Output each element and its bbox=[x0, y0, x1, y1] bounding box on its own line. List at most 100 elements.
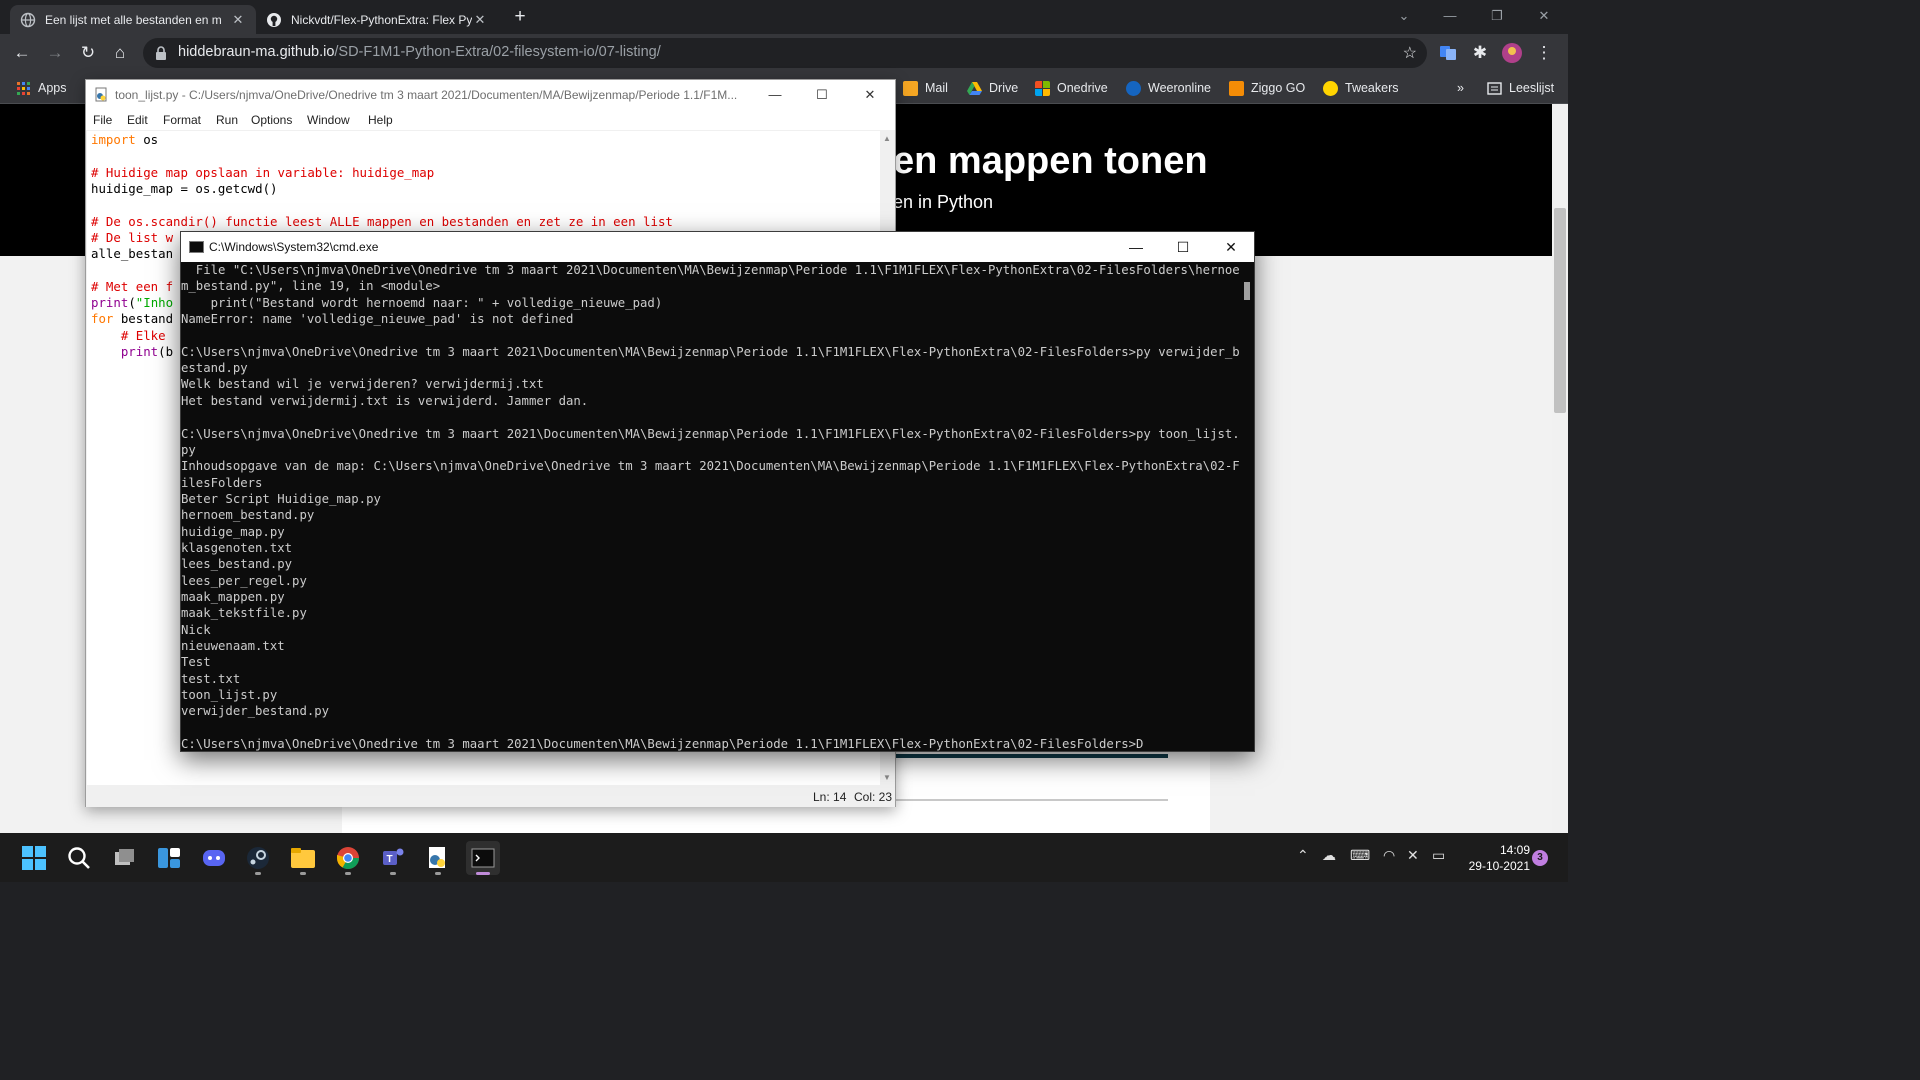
taskbar: T ⌃ ☁ ⌨ ◠ ✕ ▭ 14:09 29-10-2021 3 bbox=[0, 833, 1568, 882]
teams-icon[interactable]: T bbox=[376, 841, 410, 875]
restore-icon[interactable]: ❐ bbox=[1485, 4, 1509, 28]
menu-file[interactable]: File bbox=[93, 113, 112, 127]
console-line: test.txt bbox=[181, 671, 241, 686]
idle-title-bar[interactable]: toon_lijst.py - C:/Users/njmva/OneDrive/… bbox=[86, 80, 895, 110]
reload-icon[interactable]: ↻ bbox=[76, 41, 100, 65]
running-indicator bbox=[300, 872, 306, 875]
maximize-icon[interactable]: ☐ bbox=[1172, 237, 1194, 257]
menu-format[interactable]: Format bbox=[163, 113, 201, 127]
divider-bar bbox=[895, 754, 1168, 758]
svg-text:T: T bbox=[387, 854, 393, 865]
discord-icon[interactable] bbox=[197, 841, 231, 875]
volume-muted-icon[interactable]: ✕ bbox=[1407, 847, 1419, 864]
apps-grid-icon bbox=[17, 81, 30, 95]
bookmark-label: Onedrive bbox=[1057, 81, 1108, 95]
menu-icon[interactable]: ⋮ bbox=[1532, 41, 1556, 65]
minimize-icon[interactable]: — bbox=[1125, 237, 1147, 257]
maximize-icon[interactable]: ☐ bbox=[812, 85, 832, 105]
console-line: huidige_map.py bbox=[181, 524, 285, 539]
scrollbar-thumb[interactable] bbox=[1554, 208, 1566, 413]
bookmarks-overflow[interactable]: » bbox=[1457, 78, 1464, 98]
console-output[interactable]: File "C:\Users\njmva\OneDrive\Onedrive t… bbox=[181, 262, 1241, 751]
menu-run[interactable]: Run bbox=[216, 113, 238, 127]
address-bar[interactable]: hiddebraun-ma.github.io/SD-F1M1-Python-E… bbox=[143, 38, 1427, 68]
minimize-icon[interactable]: — bbox=[1438, 4, 1462, 28]
bookmark-ziggo-go[interactable]: Ziggo GO bbox=[1229, 78, 1305, 98]
scroll-up-icon[interactable]: ▲ bbox=[883, 134, 891, 143]
python-idle-icon[interactable] bbox=[421, 841, 455, 875]
keyboard-icon[interactable]: ⌨ bbox=[1350, 847, 1370, 864]
bookmark-drive[interactable]: Drive bbox=[967, 78, 1018, 98]
show-hidden-icons-icon[interactable]: ⌃ bbox=[1297, 847, 1309, 864]
console-line: py bbox=[181, 442, 196, 457]
console-line: Welk bestand wil je verwijderen? verwijd… bbox=[181, 377, 544, 392]
wifi-icon[interactable]: ◠ bbox=[1383, 847, 1395, 864]
tab-github[interactable]: Nickvdt/Flex-PythonExtra: Flex Py ✕ bbox=[256, 5, 498, 34]
bookmark-apps[interactable]: Apps bbox=[16, 78, 67, 98]
tab-search-icon[interactable]: ⌄ bbox=[1392, 4, 1416, 28]
forward-icon[interactable]: → bbox=[43, 41, 67, 65]
menu-options[interactable]: Options bbox=[251, 113, 292, 127]
cmd-title-bar[interactable]: C:\Windows\System32\cmd.exe — ☐ ✕ bbox=[181, 232, 1254, 262]
system-clock[interactable]: 14:09 29-10-2021 bbox=[1466, 842, 1530, 874]
console-line: Beter Script Huidige_map.py bbox=[181, 491, 381, 506]
code-line: alle_bestan bbox=[91, 246, 174, 262]
chrome-icon[interactable] bbox=[331, 841, 365, 875]
console-line: C:\Users\njmva\OneDrive\Onedrive tm 3 ma… bbox=[181, 426, 1240, 441]
console-line: toon_lijst.py bbox=[181, 688, 278, 703]
notification-badge[interactable]: 3 bbox=[1532, 850, 1548, 866]
bookmark-onedrive[interactable]: Onedrive bbox=[1035, 78, 1108, 98]
new-tab-button[interactable]: + bbox=[509, 6, 531, 28]
console-line: NameError: name 'volledige_nieuwe_pad' i… bbox=[181, 312, 574, 327]
close-window-icon[interactable]: ✕ bbox=[1220, 237, 1242, 257]
browser-tab-strip: Een lijst met alle bestanden en m ✕ Nick… bbox=[0, 0, 1568, 34]
running-indicator bbox=[435, 872, 441, 875]
battery-icon[interactable]: ▭ bbox=[1432, 847, 1445, 864]
console-scrollbar[interactable] bbox=[1241, 262, 1254, 751]
close-window-icon[interactable]: ✕ bbox=[1532, 4, 1556, 28]
running-indicator bbox=[476, 872, 490, 875]
lock-icon[interactable] bbox=[154, 45, 168, 61]
menu-window[interactable]: Window bbox=[307, 113, 350, 127]
idle-window-title: toon_lijst.py - C:/Users/njmva/OneDrive/… bbox=[115, 88, 738, 102]
bookmark-mail[interactable]: Mail bbox=[903, 78, 948, 98]
file-explorer-icon[interactable] bbox=[286, 841, 320, 875]
console-line: Inhoudsopgave van de map: C:\Users\njmva… bbox=[181, 459, 1240, 474]
back-icon[interactable]: ← bbox=[10, 41, 34, 65]
console-line: Nick bbox=[181, 622, 211, 637]
console-line: maak_tekstfile.py bbox=[181, 606, 307, 621]
close-tab-icon[interactable]: ✕ bbox=[472, 12, 488, 28]
line-number: Ln: 14 bbox=[813, 790, 847, 804]
menu-help[interactable]: Help bbox=[368, 113, 393, 127]
code-line: # Met een f bbox=[91, 278, 174, 294]
bookmark-reading-list[interactable]: Leeslijst bbox=[1487, 78, 1554, 98]
extensions-icon[interactable]: ✱ bbox=[1468, 41, 1492, 65]
close-tab-icon[interactable]: ✕ bbox=[230, 12, 246, 28]
start-icon[interactable] bbox=[17, 841, 51, 875]
bookmark-weeronline[interactable]: Weeronline bbox=[1126, 78, 1211, 98]
idle-status-bar: Ln: 14 Col: 23 bbox=[86, 787, 895, 807]
scroll-down-icon[interactable]: ▼ bbox=[883, 773, 891, 782]
widgets-icon[interactable] bbox=[152, 841, 186, 875]
bookmark-star-icon[interactable]: ☆ bbox=[1403, 43, 1417, 63]
close-window-icon[interactable]: ✕ bbox=[860, 85, 880, 105]
code-line: # De list w bbox=[91, 229, 174, 245]
menu-edit[interactable]: Edit bbox=[127, 113, 148, 127]
translate-icon[interactable] bbox=[1436, 41, 1460, 65]
weeronline-icon bbox=[1126, 80, 1141, 96]
scrollbar-thumb[interactable] bbox=[1244, 282, 1250, 300]
cmd-window[interactable]: C:\Windows\System32\cmd.exe — ☐ ✕ File "… bbox=[180, 231, 1255, 752]
github-icon bbox=[267, 12, 281, 27]
tab-listing[interactable]: Een lijst met alle bestanden en m ✕ bbox=[10, 5, 256, 34]
weather-icon[interactable]: ☁ bbox=[1322, 847, 1336, 864]
steam-icon[interactable] bbox=[241, 841, 275, 875]
search-icon[interactable] bbox=[62, 841, 96, 875]
task-view-icon[interactable] bbox=[107, 841, 141, 875]
profile-avatar[interactable] bbox=[1500, 41, 1524, 65]
minimize-icon[interactable]: — bbox=[765, 85, 785, 105]
url-text[interactable]: hiddebraun-ma.github.io/SD-F1M1-Python-E… bbox=[178, 44, 661, 60]
terminal-icon[interactable] bbox=[466, 841, 500, 875]
page-scrollbar[interactable] bbox=[1552, 104, 1568, 833]
home-icon[interactable]: ⌂ bbox=[108, 41, 132, 65]
bookmark-tweakers[interactable]: Tweakers bbox=[1323, 78, 1399, 98]
